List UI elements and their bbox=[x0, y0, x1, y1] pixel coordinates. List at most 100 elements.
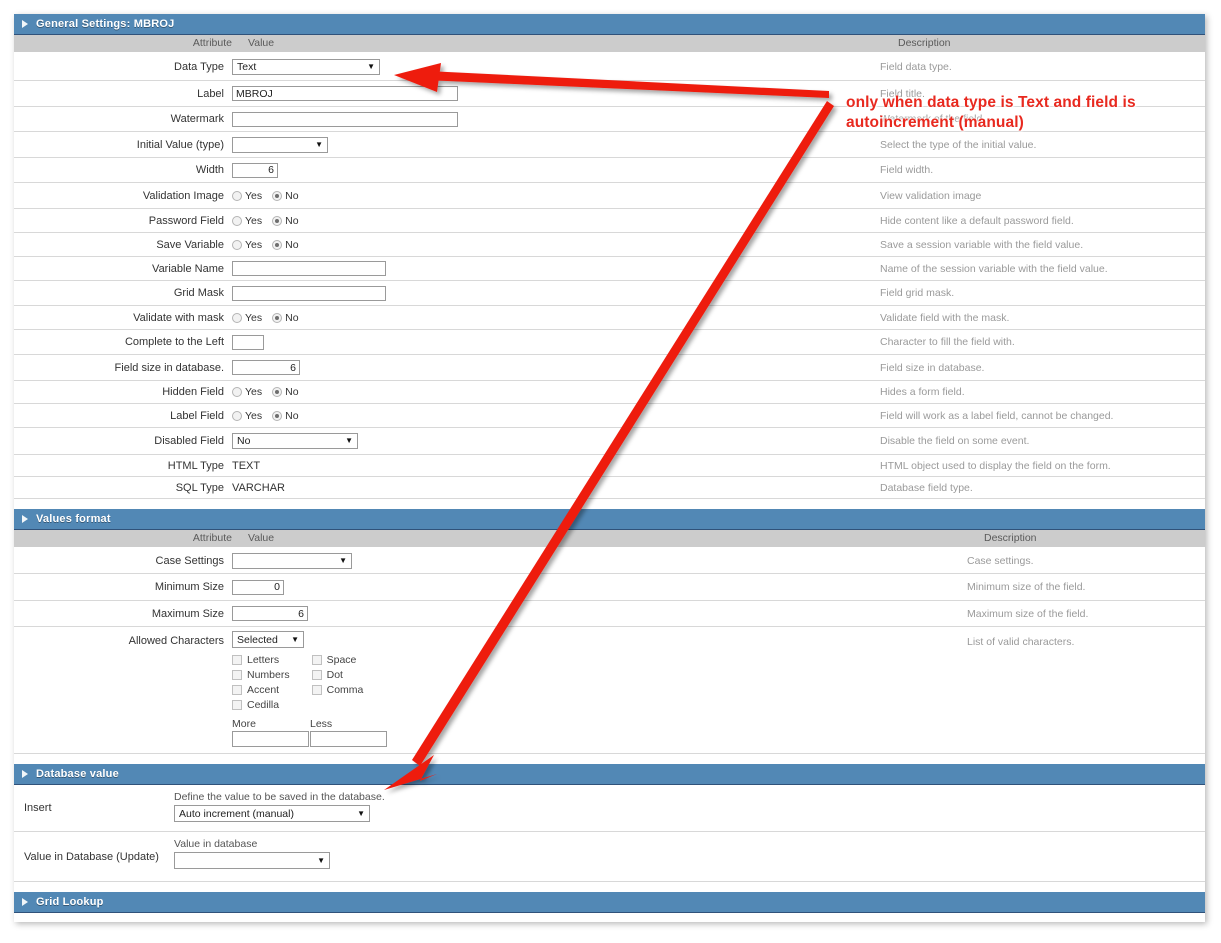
checkbox-icon[interactable] bbox=[232, 700, 242, 710]
checkbox-label: Accent bbox=[247, 684, 280, 696]
maximum-size-input[interactable]: 6 bbox=[232, 606, 308, 621]
radio-icon-selected[interactable] bbox=[272, 215, 283, 226]
validation-image-yes[interactable]: Yes bbox=[232, 190, 262, 202]
radio-icon-selected[interactable] bbox=[272, 387, 283, 397]
table-row: Grid Mask Field grid mask. bbox=[14, 281, 1205, 306]
grid-mask-input[interactable] bbox=[232, 285, 386, 301]
checkbox-comma[interactable]: Comma bbox=[311, 684, 363, 696]
disabled-field-select[interactable]: No ▼ bbox=[232, 433, 358, 449]
row-desc-sql-type: Database field type. bbox=[880, 481, 973, 494]
minimum-size-input[interactable]: 0 bbox=[232, 579, 284, 595]
row-value-watermark bbox=[232, 111, 880, 127]
watermark-input[interactable] bbox=[232, 111, 458, 127]
radio-icon-selected[interactable] bbox=[272, 190, 283, 201]
row-value-minimum-size: 0 bbox=[232, 579, 967, 595]
row-label-hidden-field: Hidden Field bbox=[162, 386, 224, 398]
table-row: Password Field Yes No Hide content like … bbox=[14, 209, 1205, 233]
validation-image-no[interactable]: No bbox=[272, 190, 299, 202]
row-label-case-settings: Case Settings bbox=[155, 554, 224, 567]
radio-label-no: No bbox=[285, 386, 299, 398]
data-type-select[interactable]: Text ▼ bbox=[232, 58, 380, 75]
row-value-width: 6 bbox=[232, 162, 880, 178]
field-size-db-input[interactable]: 6 bbox=[232, 360, 300, 375]
row-desc-label-field: Field will work as a label field, cannot… bbox=[880, 409, 1114, 422]
insert-field: Define the value to be saved in the data… bbox=[174, 791, 385, 822]
collapse-triangle-icon[interactable] bbox=[22, 898, 28, 906]
row-value-save-variable: Yes No bbox=[232, 239, 880, 251]
grid-lookup-checkbox-row[interactable]: Use lookup to display the field descript… bbox=[14, 913, 1205, 922]
radio-icon[interactable] bbox=[232, 387, 242, 397]
save-variable-yes[interactable]: Yes bbox=[232, 239, 262, 251]
radio-icon[interactable] bbox=[232, 410, 242, 421]
checkbox-icon[interactable] bbox=[311, 670, 322, 680]
hidden-field-yes[interactable]: Yes bbox=[232, 386, 262, 398]
more-input[interactable] bbox=[232, 731, 309, 747]
row-value-label-field: Yes No bbox=[232, 410, 880, 422]
row-label-allowed-characters: Allowed Characters bbox=[128, 635, 224, 647]
row-desc-hidden-field: Hides a form field. bbox=[880, 386, 965, 398]
password-field-yes[interactable]: Yes bbox=[232, 215, 262, 227]
collapse-triangle-icon[interactable] bbox=[22, 770, 28, 778]
checkbox-numbers[interactable]: Numbers bbox=[232, 669, 290, 681]
collapse-triangle-icon[interactable] bbox=[22, 20, 28, 28]
validate-mask-no[interactable]: No bbox=[272, 312, 299, 324]
checkbox-dot[interactable]: Dot bbox=[311, 669, 364, 681]
radio-icon-selected[interactable] bbox=[272, 312, 283, 323]
checkbox-icon[interactable] bbox=[311, 685, 322, 695]
insert-hint: Define the value to be saved in the data… bbox=[174, 791, 385, 803]
allowed-characters-select[interactable]: Selected ▼ bbox=[232, 631, 304, 648]
case-settings-select[interactable]: ▼ bbox=[232, 552, 352, 569]
hidden-field-no[interactable]: No bbox=[272, 386, 299, 398]
radio-icon[interactable] bbox=[232, 215, 242, 226]
update-select[interactable]: ▼ bbox=[174, 852, 330, 869]
collapse-triangle-icon[interactable] bbox=[22, 515, 28, 523]
section-header-general-settings[interactable]: General Settings: MBROJ bbox=[14, 14, 1205, 35]
checkbox-cedilla[interactable]: Cedilla bbox=[232, 699, 290, 711]
save-variable-no[interactable]: No bbox=[272, 239, 299, 251]
table-row: Validate with mask Yes No Validate field… bbox=[14, 306, 1205, 330]
row-label-label-field: Label Field bbox=[170, 409, 224, 422]
table-row: Maximum Size 6 Maximum size of the field… bbox=[14, 601, 1205, 627]
column-label-attribute: Attribute bbox=[192, 37, 232, 49]
width-input[interactable]: 6 bbox=[232, 162, 278, 178]
variable-name-input[interactable] bbox=[232, 261, 386, 276]
less-input[interactable] bbox=[310, 731, 387, 747]
radio-icon[interactable] bbox=[232, 239, 242, 250]
insert-select[interactable]: Auto increment (manual) ▼ bbox=[174, 805, 370, 822]
checkbox-accent[interactable]: Accent bbox=[232, 684, 290, 696]
radio-icon-selected[interactable] bbox=[272, 410, 283, 421]
label-input[interactable]: MBROJ bbox=[232, 86, 458, 101]
radio-icon-selected[interactable] bbox=[272, 239, 283, 250]
initial-value-select[interactable]: ▼ bbox=[232, 136, 328, 153]
table-row: Save Variable Yes No Save a session vari… bbox=[14, 233, 1205, 257]
radio-label-yes: Yes bbox=[245, 189, 263, 202]
label-field-yes[interactable]: Yes bbox=[232, 410, 262, 422]
radio-icon[interactable] bbox=[232, 312, 242, 323]
checkbox-label: Letters bbox=[247, 654, 280, 666]
row-label-complete-left: Complete to the Left bbox=[124, 336, 224, 348]
section-header-database-value[interactable]: Database value bbox=[14, 764, 1205, 785]
insert-select-value: Auto increment (manual) bbox=[179, 807, 294, 820]
label-field-no[interactable]: No bbox=[272, 410, 299, 422]
validate-mask-yes[interactable]: Yes bbox=[232, 312, 262, 324]
chevron-down-icon: ▼ bbox=[339, 555, 347, 565]
row-label-validation-image: Validation Image bbox=[142, 189, 224, 202]
radio-icon[interactable] bbox=[232, 190, 242, 201]
row-value-sql-type: VARCHAR bbox=[232, 482, 880, 494]
checkbox-label: Numbers bbox=[247, 669, 290, 681]
checkbox-icon[interactable] bbox=[232, 685, 242, 695]
column-label-description: Description bbox=[984, 532, 1037, 544]
complete-left-input[interactable] bbox=[232, 334, 264, 350]
checkbox-icon[interactable] bbox=[232, 670, 242, 680]
table-row: Hidden Field Yes No Hides a form field. bbox=[14, 381, 1205, 404]
checkbox-space[interactable]: Space bbox=[311, 654, 364, 666]
row-label-width: Width bbox=[195, 164, 224, 176]
checkbox-letters[interactable]: Letters bbox=[232, 654, 290, 666]
row-desc-disabled-field: Disable the field on some event. bbox=[880, 435, 1030, 447]
checkbox-icon[interactable] bbox=[232, 655, 242, 665]
password-field-no[interactable]: No bbox=[272, 215, 299, 227]
row-label-minimum-size: Minimum Size bbox=[154, 581, 224, 593]
section-header-values-format[interactable]: Values format bbox=[14, 509, 1205, 530]
checkbox-icon[interactable] bbox=[311, 655, 322, 665]
section-header-grid-lookup[interactable]: Grid Lookup bbox=[14, 892, 1205, 913]
